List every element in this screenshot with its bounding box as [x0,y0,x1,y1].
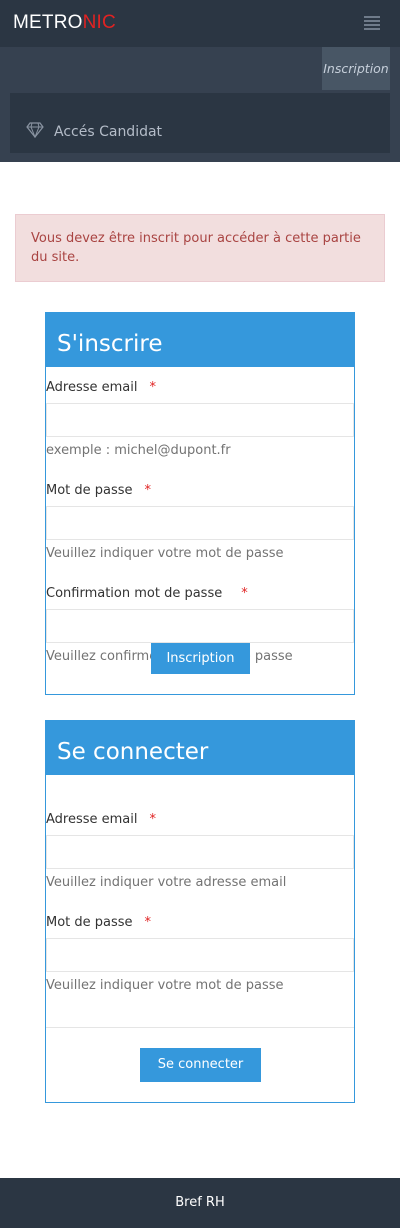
register-password-input[interactable] [46,506,354,540]
register-title: S'inscrire [46,313,354,367]
inscription-button[interactable]: Inscription [151,643,250,674]
login-email-label: Adresse email * [46,812,156,827]
required-mark: * [144,483,152,498]
form-actions-divider [46,1027,354,1028]
hamburger-icon[interactable] [364,16,380,30]
login-email-label-text: Adresse email [46,812,138,827]
top-header: METRONIC [0,0,400,47]
register-password-label: Mot de passe * [46,483,151,498]
sidebar-item-acces-candidat[interactable]: Accés Candidat [54,124,162,140]
register-confirm-label-text: Confirmation mot de passe [46,586,223,601]
login-email-input[interactable] [46,835,354,869]
se-connecter-button[interactable]: Se connecter [140,1048,261,1082]
register-email-input[interactable] [46,403,354,437]
required-mark: * [241,586,248,601]
page-footer: Bref RH [0,1178,400,1228]
required-mark: * [144,915,152,930]
register-password-help: Veuillez indiquer votre mot de passe [46,546,284,561]
login-title: Se connecter [46,721,354,775]
sidebar-menu: Accés Candidat [10,93,390,153]
diamond-icon [26,122,44,138]
register-email-label: Adresse email * [46,380,156,395]
alert-message: Vous devez être inscrit pour accéder à c… [15,214,385,282]
login-email-help: Veuillez indiquer votre adresse email [46,875,287,890]
register-confirm-input[interactable] [46,609,354,643]
login-password-label: Mot de passe * [46,915,151,930]
register-panel: S'inscrire Adresse email * exemple : mich… [45,312,355,695]
login-password-input[interactable] [46,938,354,972]
register-email-help: exemple : michel@dupont.fr [46,443,231,458]
login-password-label-text: Mot de passe [46,915,133,930]
login-password-help: Veuillez indiquer votre mot de passe [46,978,284,993]
login-panel: Se connecter Adresse email * Veuillez ind… [45,720,355,1103]
nav-area: Inscription Accés Candidat [0,47,400,162]
register-email-label-text: Adresse email [46,380,138,395]
logo-primary: METRO [13,12,83,33]
logo-accent: NIC [82,12,116,33]
logo[interactable]: METRONIC [13,12,116,34]
register-password-label-text: Mot de passe [46,483,133,498]
nav-inscription-link[interactable]: Inscription [322,47,390,90]
required-mark: * [149,380,157,395]
register-confirm-label: Confirmation mot de passe * [46,586,248,601]
required-mark: * [149,812,157,827]
